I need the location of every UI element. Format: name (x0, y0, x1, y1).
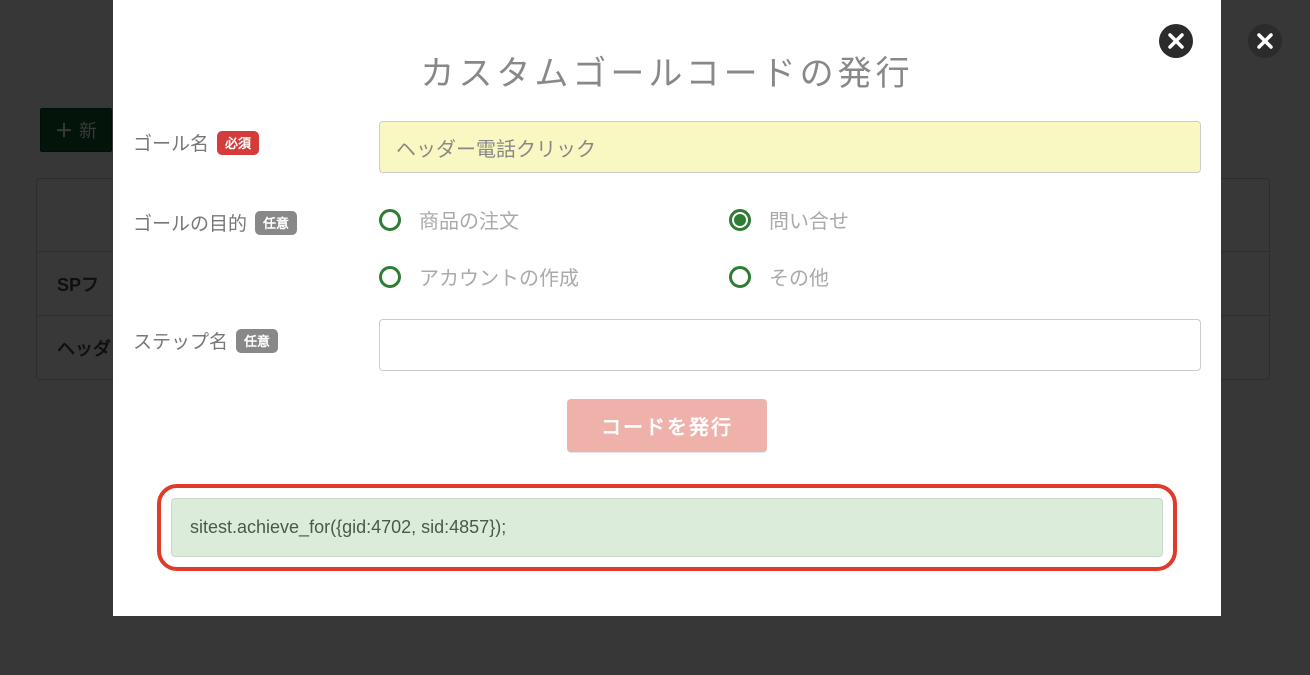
modal-title: カスタムゴールコードの発行 (113, 46, 1221, 95)
issue-code-button[interactable]: コードを発行 (567, 399, 767, 452)
modal-dialog: カスタムゴールコードの発行 ゴール名 必須 ゴールの目的 任意 商品 (113, 0, 1221, 616)
radio-icon (379, 209, 401, 231)
step-name-input[interactable] (379, 319, 1201, 371)
radio-icon (729, 266, 751, 288)
radio-label: アカウントの作成 (419, 262, 579, 291)
goal-purpose-label: ゴールの目的 (133, 209, 247, 236)
optional-badge: 任意 (236, 329, 278, 353)
code-highlight-frame: sitest.achieve_for({gid:4702, sid:4857})… (157, 484, 1177, 571)
radio-icon (729, 209, 751, 231)
row-goal-purpose: ゴールの目的 任意 商品の注文 問い合せ アカウントの作成 (133, 201, 1201, 291)
goal-name-input[interactable] (379, 121, 1201, 173)
radio-label: その他 (769, 262, 829, 291)
close-icon-outer[interactable] (1248, 24, 1282, 58)
radio-label: 商品の注文 (419, 205, 519, 234)
radio-icon (379, 266, 401, 288)
radio-inquiry[interactable]: 問い合せ (729, 205, 1079, 234)
code-output[interactable]: sitest.achieve_for({gid:4702, sid:4857})… (171, 498, 1163, 557)
required-badge: 必須 (217, 131, 259, 155)
goal-name-label: ゴール名 (133, 129, 209, 156)
radio-label: 問い合せ (769, 205, 849, 234)
radio-order[interactable]: 商品の注文 (379, 205, 729, 234)
close-icon[interactable] (1159, 24, 1193, 58)
row-goal-name: ゴール名 必須 (133, 121, 1201, 173)
optional-badge: 任意 (255, 211, 297, 235)
step-name-label: ステップ名 (133, 327, 228, 354)
radio-other[interactable]: その他 (729, 262, 1079, 291)
radio-account[interactable]: アカウントの作成 (379, 262, 729, 291)
row-step-name: ステップ名 任意 (133, 319, 1201, 371)
